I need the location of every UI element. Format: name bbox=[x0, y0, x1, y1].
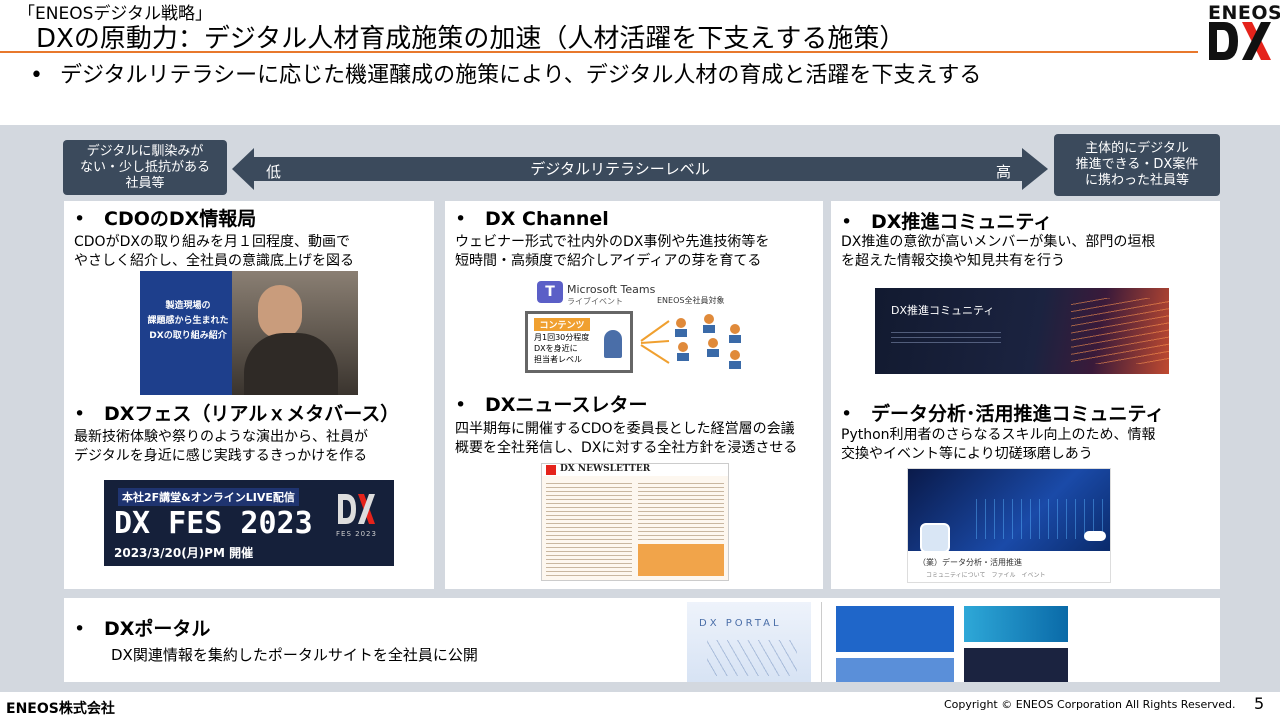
literacy-high-label: 高 bbox=[996, 163, 1012, 181]
newsletter-text: 四半期毎に開催するCDOを委員長とした経営層の会議 概要を全社発信し、DXに対す… bbox=[455, 421, 798, 456]
channel-text: ウェビナー形式で社内外のDX事例や先進技術等を 短時間・高頻度で紹介しアイディア… bbox=[455, 234, 770, 269]
fes-dx-icon bbox=[338, 494, 375, 524]
dx-fes-banner: 本社2F講堂&オンラインLIVE配信 DX FES 2023 2023/3/20… bbox=[104, 480, 394, 566]
portal-thumb bbox=[964, 648, 1068, 682]
data-caption: （業）データ分析・活用推進 bbox=[918, 558, 1022, 567]
portal-divider bbox=[821, 602, 822, 682]
fes-banner-date: 2023/3/20(月)PM 開催 bbox=[114, 546, 254, 560]
target-label: ENEOS全社員対象 bbox=[657, 296, 725, 305]
portal-thumb bbox=[836, 606, 954, 652]
teams-sub: ライブイベント bbox=[567, 297, 623, 306]
newsletter-heading: • DXニュースレター bbox=[455, 394, 648, 416]
data-heading: • データ分析･活用推進コミュニティ bbox=[841, 403, 1165, 425]
data-text: Python利用者のさらなるスキル向上のため、情報 交換やイベント等により切磋琢… bbox=[841, 427, 1156, 462]
page-number: 5 bbox=[1254, 694, 1265, 713]
cdo-text: CDOがDXの取り組みを月１回程度、動画で やさしく紹介し、全社員の意識底上げを… bbox=[74, 234, 354, 269]
data-tabs: コミュニティについて ファイル イベント bbox=[926, 572, 1046, 579]
portal-word: DX PORTAL bbox=[699, 618, 782, 629]
channel-heading: • DX Channel bbox=[455, 208, 609, 230]
contents-item: 月1回30分程度 bbox=[534, 333, 590, 342]
slide: 「ENEOSデジタル戦略」 DXの原動力：デジタル人材育成施策の加速（人材活躍を… bbox=[0, 0, 1280, 720]
lead-text: デジタルリテラシーに応じた機運醸成の施策により、デジタル人材の育成と活躍を下支え… bbox=[60, 63, 982, 88]
fes-heading: • DXフェス（リアルｘメタバース） bbox=[74, 403, 400, 425]
page-title: DXの原動力：デジタル人材育成施策の加速（人材活躍を下支えする施策） bbox=[36, 24, 906, 54]
low-literacy-box: デジタルに馴染みが ない・少し抵抗がある 社員等 bbox=[63, 140, 227, 195]
portal-thumb bbox=[836, 658, 954, 682]
panel-left: • CDOのDX情報局 CDOがDXの取り組みを月１回程度、動画で やさしく紹介し… bbox=[64, 201, 434, 589]
community-heading: • DX推進コミュニティ bbox=[841, 211, 1053, 233]
panel-bottom: • DXポータル DX関連情報を集約したポータルサイトを全社員に公開 DX POR… bbox=[64, 598, 1220, 682]
portal-heading: • DXポータル bbox=[74, 618, 211, 640]
portal-text: DX関連情報を集約したポータルサイトを全社員に公開 bbox=[111, 646, 478, 664]
footer-copyright: Copyright © ENEOS Corporation All Rights… bbox=[944, 698, 1236, 711]
section-tag: 「ENEOSデジタル戦略」 bbox=[18, 4, 213, 24]
newsletter-image: DX NEWSLETTER bbox=[541, 463, 729, 581]
footer-company: ENEOS株式会社 bbox=[6, 701, 115, 717]
literacy-low-label: 低 bbox=[266, 163, 282, 181]
data-community-image: （業）データ分析・活用推進 コミュニティについて ファイル イベント bbox=[907, 468, 1111, 583]
thumb-line: DXの取り組み紹介 bbox=[149, 331, 227, 341]
community-banner-title: DX推進コミュニティ bbox=[891, 304, 995, 317]
portal-site-image: DX PORTAL bbox=[687, 602, 811, 682]
newsletter-masthead: DX NEWSLETTER bbox=[560, 464, 651, 474]
teams-label: Microsoft Teams bbox=[567, 283, 656, 296]
contents-title: コンテンツ bbox=[534, 318, 590, 331]
dx-logo-icon bbox=[1209, 22, 1271, 60]
literacy-level-label: デジタルリテラシーレベル bbox=[530, 160, 710, 178]
community-banner: DX推進コミュニティ bbox=[875, 288, 1169, 374]
teams-icon: T bbox=[537, 281, 563, 303]
fes-text: 最新技術体験や祭りのような演出から、社員が デジタルを身近に感じ実践するきっかけ… bbox=[74, 429, 368, 464]
cdo-heading: • CDOのDX情報局 bbox=[74, 208, 257, 230]
contents-item: 担当者レベル bbox=[534, 355, 582, 364]
panel-center: • DX Channel ウェビナー形式で社内外のDX事例や先進技術等を 短時間・… bbox=[445, 201, 823, 589]
thumb-line: 課題感から生まれた bbox=[147, 316, 229, 326]
fes-banner-title: DX FES 2023 bbox=[114, 506, 313, 541]
channel-illustration: T Microsoft Teams ライブイベント ENEOS全社員対象 コンテ… bbox=[525, 281, 745, 377]
thumb-line: 製造現場の bbox=[165, 301, 211, 311]
high-literacy-box: 主体的にデジタル 推進できる・DX案件 に携わった社員等 bbox=[1054, 134, 1220, 196]
community-text: DX推進の意欲が高いメンバーが集い、部門の垣根 を超えた情報交換や知見共有を行う bbox=[841, 234, 1156, 269]
title-underline bbox=[0, 51, 1198, 53]
fes-banner-top: 本社2F講堂&オンラインLIVE配信 bbox=[118, 488, 299, 506]
monitor-icon: コンテンツ 月1回30分程度 DXを身近に 担当者レベル bbox=[525, 311, 633, 373]
contents-item: DXを身近に bbox=[534, 344, 578, 353]
portal-thumb bbox=[964, 606, 1068, 642]
audience-icon bbox=[640, 314, 741, 369]
fes-banner-sub: FES 2023 bbox=[336, 530, 377, 538]
panel-right: • DX推進コミュニティ DX推進の意欲が高いメンバーが集い、部門の垣根 を超えた… bbox=[831, 201, 1220, 589]
lead-statement: • デジタルリテラシーに応じた機運醸成の施策により、デジタル人材の育成と活躍を下支… bbox=[30, 63, 982, 88]
cdo-video-thumbnail: 製造現場の 課題感から生まれた DXの取り組み紹介 bbox=[140, 271, 358, 395]
